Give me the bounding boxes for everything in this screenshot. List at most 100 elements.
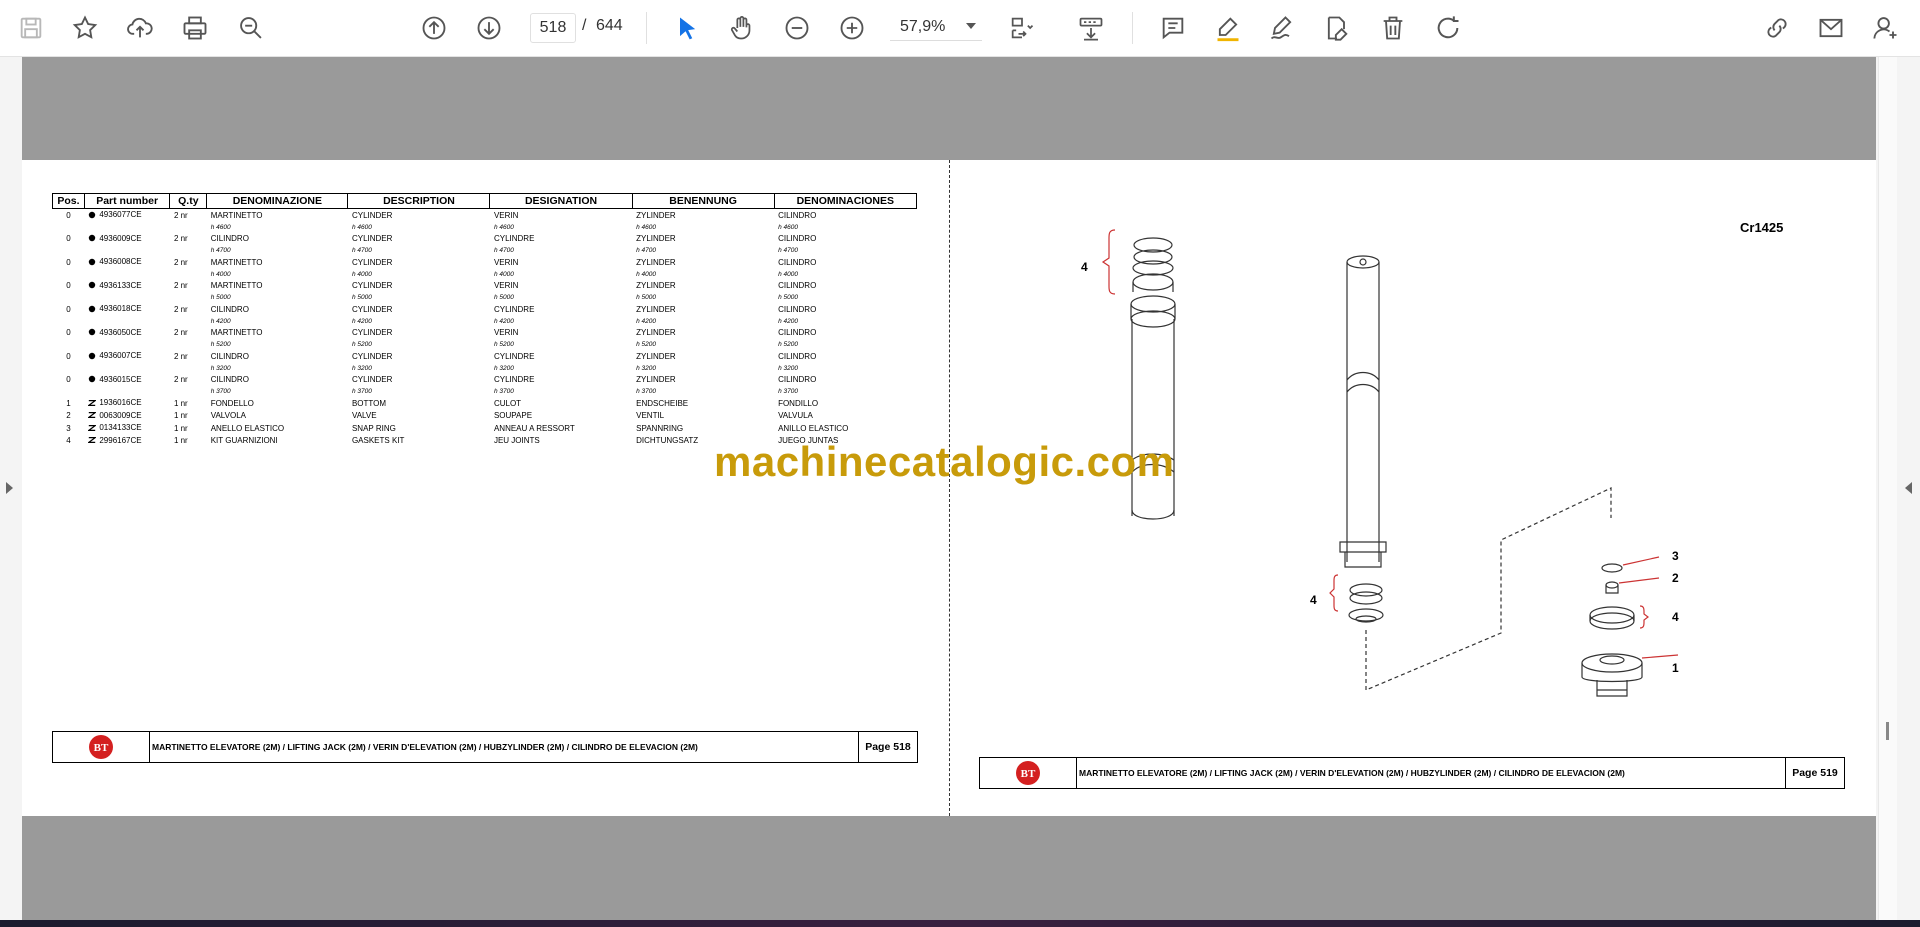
table-cell: CILINDRO xyxy=(778,281,817,291)
height-note: h 5000 xyxy=(493,294,514,301)
height-note: h 4200 xyxy=(778,317,798,325)
height-note xyxy=(170,363,207,374)
delete-icon[interactable] xyxy=(1375,10,1411,46)
table-cell: 2 nr xyxy=(173,234,188,244)
part-number: 2996167CE xyxy=(99,435,142,445)
right-page-footer: BT MARTINETTO ELEVATORE (2M) / LIFTING J… xyxy=(979,757,1845,789)
height-note: h 4700 xyxy=(493,247,514,254)
table-cell: 2 nr xyxy=(173,210,188,220)
account-icon[interactable] xyxy=(1868,10,1904,46)
bookmark-star-icon[interactable] xyxy=(67,10,103,46)
hand-icon[interactable] xyxy=(724,10,760,46)
toolbar: 518 / 644 57,9% xyxy=(0,0,1920,57)
chevron-left-icon[interactable] xyxy=(1905,482,1912,494)
height-note xyxy=(84,339,170,350)
table-cell: CYLINDRE xyxy=(493,234,535,244)
table-cell: SNAP RING xyxy=(351,423,396,433)
chevron-down-icon xyxy=(966,23,976,29)
height-note xyxy=(170,292,207,303)
height-note xyxy=(84,363,170,374)
find-icon[interactable] xyxy=(233,10,269,46)
table-row: 0 4936009CE 2 nr CILINDRO CYLINDER CYLINDRE ZY… xyxy=(53,233,917,246)
chevron-right-icon[interactable] xyxy=(6,482,13,494)
table-cell: VALVE xyxy=(351,411,377,421)
toolbar-divider xyxy=(646,12,647,44)
table-cell: CILINDRO xyxy=(778,304,817,314)
height-note: h 3700 xyxy=(493,388,514,395)
draw-icon[interactable] xyxy=(1264,10,1300,46)
table-cell: ZYLINDER xyxy=(636,304,676,314)
rotate-icon[interactable] xyxy=(1430,10,1466,46)
height-note: h 4000 xyxy=(778,270,798,278)
height-note xyxy=(84,316,170,327)
table-row: 0 4936050CE 2 nr MARTINETTO CYLINDER VERIN ZYL… xyxy=(53,327,917,340)
save-icon[interactable] xyxy=(13,10,49,46)
table-cell: 4936008CE xyxy=(84,256,170,269)
table-row-height: h 4200 h 4200 h 4200 h 4200 h 4200 xyxy=(53,316,917,327)
table-cell: MARTINETTO xyxy=(210,257,263,267)
highlight-icon[interactable] xyxy=(1210,10,1246,46)
height-note: h 4000 xyxy=(493,270,514,278)
table-cell: 2 nr xyxy=(173,351,188,361)
toolbar-divider xyxy=(1132,12,1133,44)
zoom-out-icon[interactable] xyxy=(779,10,815,46)
table-cell: CULOT xyxy=(493,398,522,408)
table-cell: CYLINDER xyxy=(351,351,393,361)
callout-label: 4 xyxy=(1081,260,1088,274)
callout-label: 1 xyxy=(1672,661,1679,675)
scrollbar[interactable] xyxy=(1878,57,1897,920)
page-number-input[interactable]: 518 xyxy=(530,13,576,43)
column-header: BENENNUNG xyxy=(631,193,775,209)
table-row: 0 4936008CE 2 nr MARTINETTO CYLINDER VERIN ZYL… xyxy=(53,256,917,269)
height-note: h 4600 xyxy=(636,223,657,231)
table-cell: SPANNRING xyxy=(636,423,684,433)
share-link-icon[interactable] xyxy=(1759,10,1795,46)
height-note xyxy=(84,386,170,397)
table-row-height: h 3200 h 3200 h 3200 h 3200 h 3200 xyxy=(53,363,917,374)
part-number: 0063009CE xyxy=(99,410,142,420)
height-note: h 4000 xyxy=(351,270,372,278)
zoom-value: 57,9% xyxy=(900,17,946,35)
height-note: h 4600 xyxy=(778,223,798,231)
height-note: h 4600 xyxy=(351,223,372,231)
scrollbar-thumb[interactable] xyxy=(1886,722,1889,740)
table-cell: 0063009CE xyxy=(84,410,170,423)
part-number: 1936016CE xyxy=(99,398,142,407)
table-cell: 2 nr xyxy=(173,304,188,314)
fill-sign-icon[interactable] xyxy=(1319,10,1355,46)
height-note xyxy=(170,339,207,350)
email-icon[interactable] xyxy=(1813,10,1849,46)
page-down-icon[interactable] xyxy=(471,10,507,46)
table-cell: ZYLINDER xyxy=(636,375,676,385)
assembly-icon xyxy=(89,328,96,336)
table-cell: ANILLO ELASTICO xyxy=(778,423,849,433)
print-icon[interactable] xyxy=(177,10,213,46)
page-divider xyxy=(949,160,950,816)
table-cell: 2 nr xyxy=(173,375,188,385)
table-header-row: Pos. Part number Q.ty DENOMINAZIONE DESC… xyxy=(52,193,918,209)
select-cursor-icon[interactable] xyxy=(669,10,705,46)
height-note: h 4600 xyxy=(493,223,514,231)
height-note xyxy=(84,245,170,256)
upload-icon[interactable] xyxy=(122,10,158,46)
component-icon xyxy=(88,399,97,406)
page-total: 644 xyxy=(596,17,623,34)
table-cell: CILINDRO xyxy=(778,257,817,267)
table-cell: 1 nr xyxy=(173,411,188,421)
zoom-select[interactable]: 57,9% xyxy=(890,13,982,41)
table-cell: 4936018CE xyxy=(84,303,170,316)
height-note: h 5000 xyxy=(351,294,372,301)
table-cell: MARTINETTO xyxy=(210,328,263,338)
scroll-mode-icon[interactable] xyxy=(1073,10,1109,46)
table-cell: CILINDRO xyxy=(778,351,817,361)
height-note: h 4700 xyxy=(636,247,657,254)
fit-page-icon[interactable] xyxy=(1004,10,1040,46)
table-cell: MARTINETTO xyxy=(210,210,263,220)
height-note: h 4200 xyxy=(636,317,657,325)
table-row: 0 4936133CE 2 nr MARTINETTO CYLINDER VERIN ZYL… xyxy=(53,280,917,293)
table-row: 0 4936077CE 2 nr MARTINETTO CYLINDER VERIN ZYL… xyxy=(53,209,917,222)
zoom-in-icon[interactable] xyxy=(834,10,870,46)
page-up-icon[interactable] xyxy=(416,10,452,46)
table-cell: 4936133CE xyxy=(84,280,170,293)
comment-icon[interactable] xyxy=(1155,10,1191,46)
